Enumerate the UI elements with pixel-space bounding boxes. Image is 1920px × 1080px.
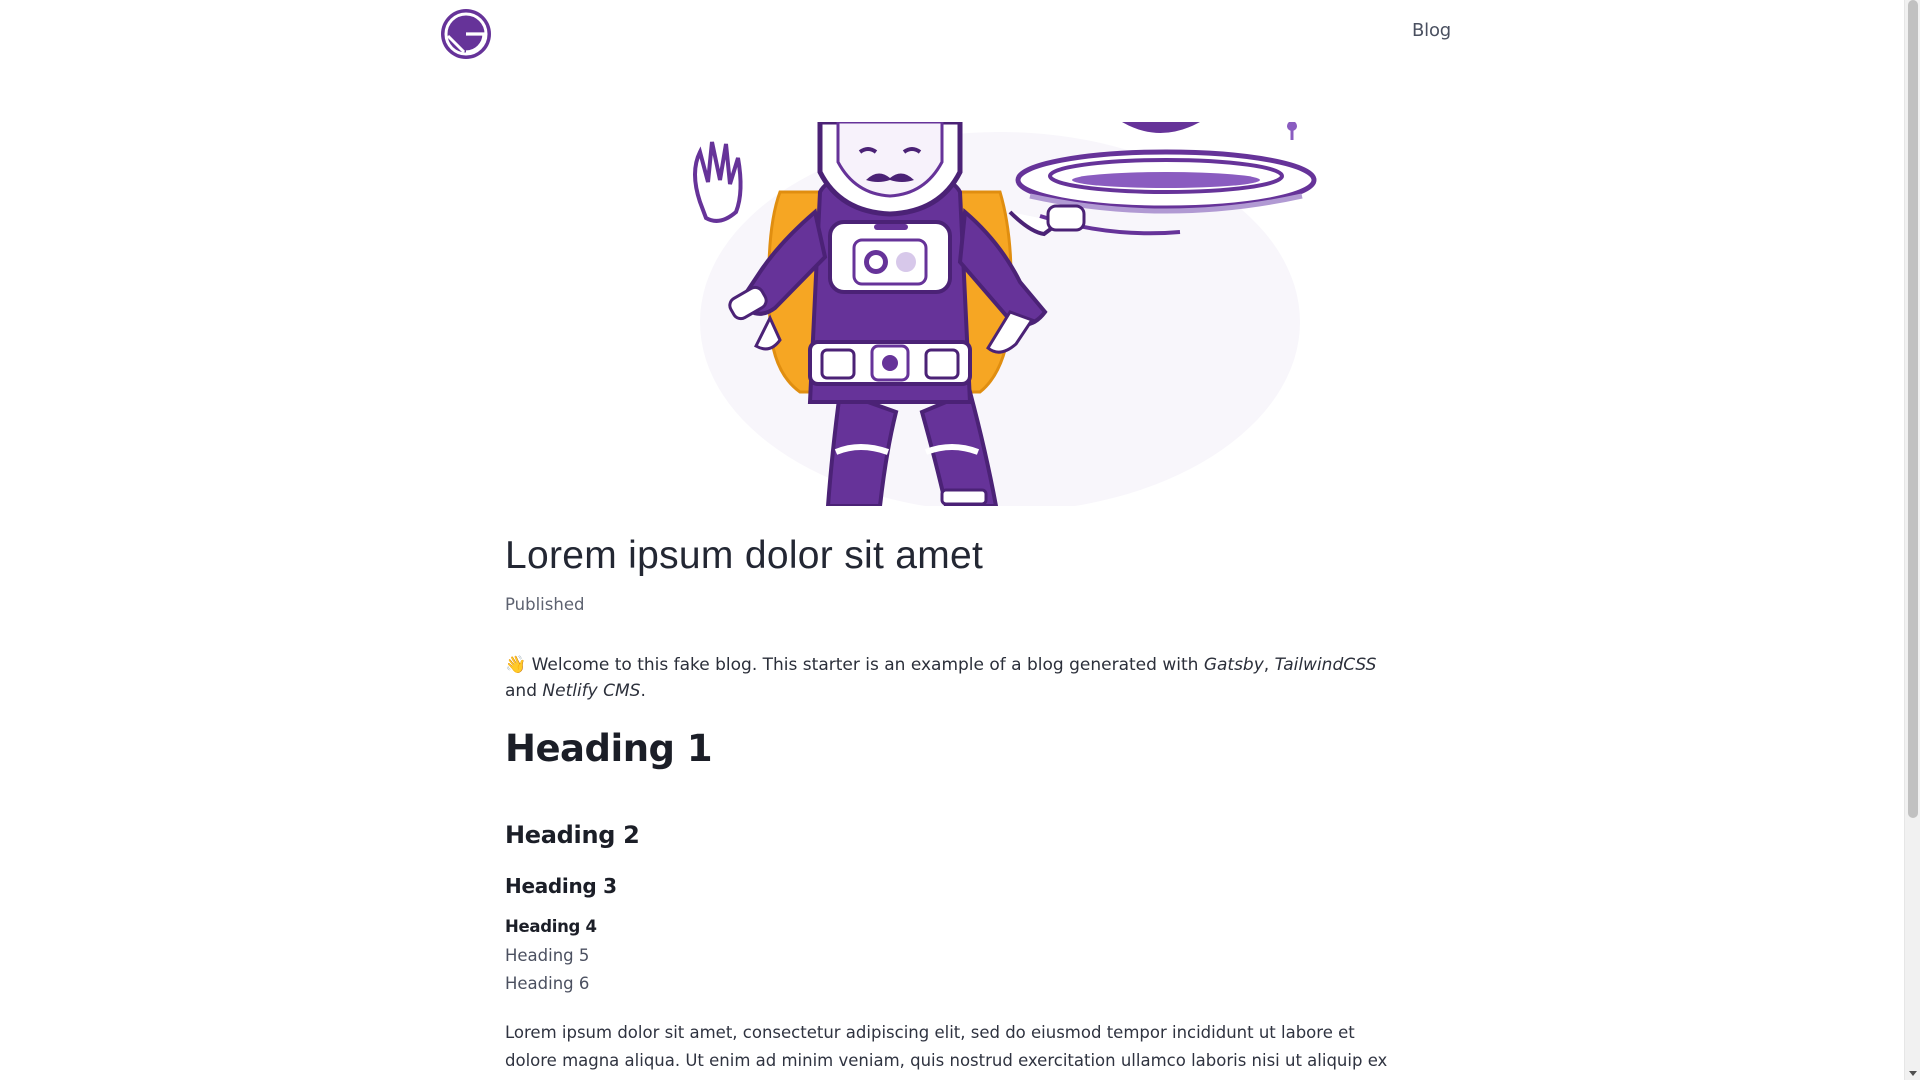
blog-post: Lorem ipsum dolor sit amet Published 👋 W… [505,530,1405,1080]
lorem-paragraph: Lorem ipsum dolor sit amet, consectetur … [505,1023,1388,1080]
heading-6: Heading 6 [505,974,590,993]
gatsby-logo-icon[interactable] [440,8,492,60]
intro-and: and [505,681,543,701]
heading-1: Heading 1 [505,727,713,770]
intro-comma: , [1263,655,1275,675]
heading-2: Heading 2 [505,821,640,849]
astronaut-illustration [693,122,1317,506]
page: Blog Lorem ipsum dolor sit amet Publishe… [0,0,1920,1080]
intro-tailwind: TailwindCSS [1274,655,1377,675]
nav-link-blog[interactable]: Blog [1412,20,1451,41]
scroll-down-arrow-icon[interactable] [1909,1071,1917,1076]
gatsby-logo-svg [441,9,491,59]
intro-gatsby: Gatsby [1203,655,1264,675]
published-label: Published [505,595,585,614]
intro-period: . [640,681,646,701]
heading-5: Heading 5 [505,946,590,965]
post-title: Lorem ipsum dolor sit amet [505,534,984,577]
site-header: Blog [0,0,1904,70]
heading-3: Heading 3 [505,874,617,898]
intro-netlify: Netlify CMS [542,681,641,701]
intro-text: Welcome to this fake blog. This starter … [526,655,1204,675]
waving-hand-icon: 👋 [505,655,527,675]
intro-paragraph: 👋 Welcome to this fake blog. This starte… [505,652,1405,704]
heading-4: Heading 4 [505,917,597,936]
hero-illustration [660,122,1340,506]
scrollbar-thumb[interactable] [1908,0,1918,818]
vertical-scrollbar[interactable] [1904,0,1920,1080]
